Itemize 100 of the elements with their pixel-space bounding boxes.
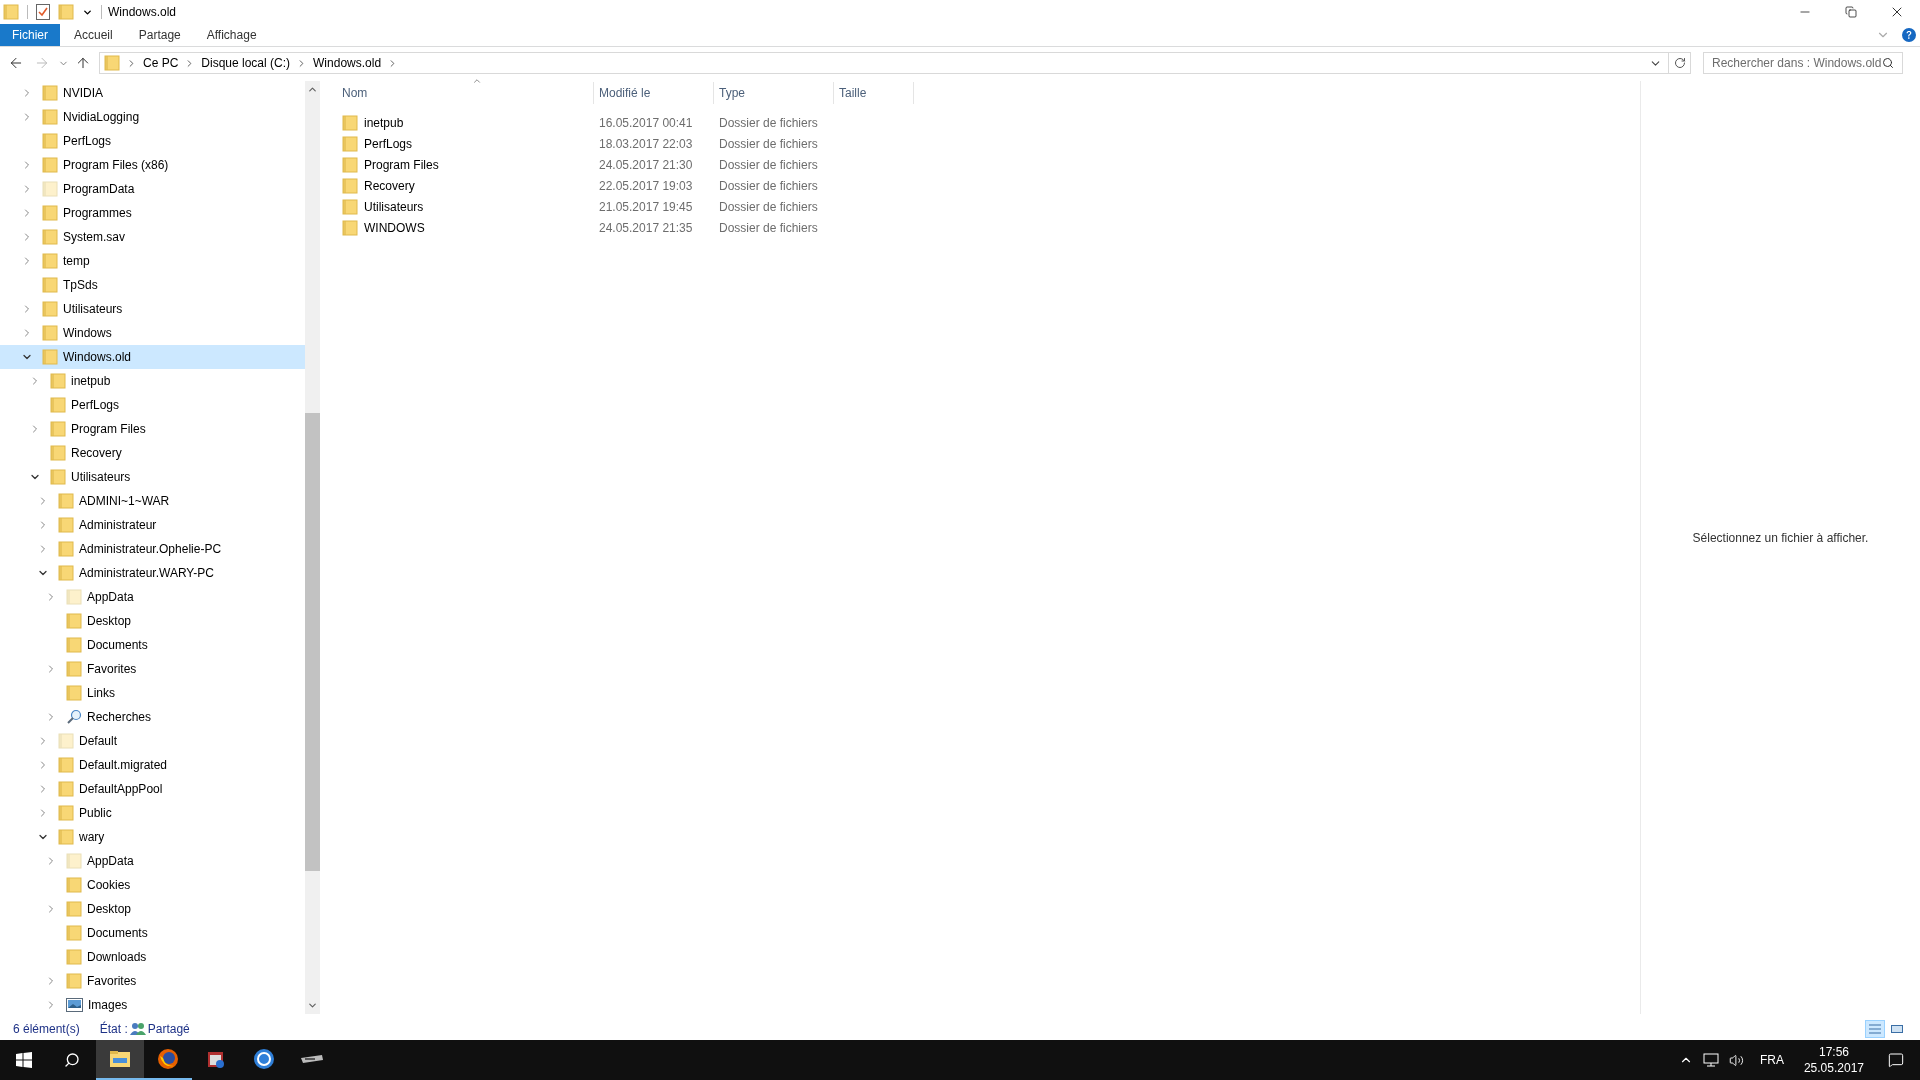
address-bar[interactable]: Ce PC Disque local (C:) Windows.old <box>99 52 1691 74</box>
notifications-icon[interactable] <box>1888 1052 1904 1068</box>
tree-item[interactable]: Images <box>0 993 305 1014</box>
breadcrumb-item[interactable]: Ce PC <box>143 54 179 72</box>
users-icon <box>129 1022 146 1036</box>
folder-icon <box>342 219 358 236</box>
tree-item[interactable]: Desktop <box>0 897 305 921</box>
state-label: État : <box>99 1020 128 1038</box>
state-value: Partagé <box>147 1021 190 1038</box>
folder-icon <box>109 1050 131 1068</box>
tree-item[interactable]: Documents <box>0 633 305 657</box>
forward-arrow-icon[interactable] <box>34 55 50 71</box>
tree-item[interactable]: Utilisateurs <box>0 465 305 489</box>
tree-item[interactable]: Cookies <box>0 873 305 897</box>
folder-icon <box>66 973 82 989</box>
tree-item[interactable]: Administrateur.Ophelie-PC <box>0 537 305 561</box>
tree-item[interactable]: Program Files <box>0 417 305 441</box>
tree-item[interactable]: Programmes <box>0 201 305 225</box>
item-count: 6 élément(s) <box>13 1021 80 1038</box>
folder-icon <box>66 613 82 629</box>
ribbon-tab[interactable]: Affichage <box>194 24 269 46</box>
date-cell-text: 24.05.2017 21:35 <box>598 219 694 237</box>
refresh-icon[interactable] <box>1673 57 1686 69</box>
tree-item[interactable]: AppData <box>0 849 305 873</box>
help-icon[interactable] <box>1902 28 1916 42</box>
window-title: Windows.old <box>108 4 177 21</box>
file-name[interactable]: Utilisateurs <box>364 197 424 216</box>
tree-item[interactable]: Windows.old <box>0 345 305 369</box>
scroll-thumb[interactable] <box>305 413 320 871</box>
file-name[interactable]: inetpub <box>364 113 404 132</box>
tree-item[interactable]: temp <box>0 249 305 273</box>
tree-item[interactable]: Program Files (x86) <box>0 153 305 177</box>
tree-item[interactable]: Downloads <box>0 945 305 969</box>
tree-item[interactable]: DefaultAppPool <box>0 777 305 801</box>
date-cell-text: 24.05.2017 21:30 <box>598 156 694 174</box>
folder-icon <box>42 109 58 125</box>
tree-item[interactable]: System.sav <box>0 225 305 249</box>
tree-item[interactable]: Windows <box>0 321 305 345</box>
date-cell-text: 18.03.2017 22:03 <box>598 135 694 153</box>
type-cell-text: Dossier de fichiers <box>718 198 819 216</box>
file-menu-tab[interactable]: Fichier <box>0 24 60 46</box>
tree-item[interactable]: TpSds <box>0 273 305 297</box>
tree-item[interactable]: Administrateur <box>0 513 305 537</box>
ribbon-tab[interactable]: Accueil <box>62 24 125 46</box>
tree-item[interactable]: Public <box>0 801 305 825</box>
tree-item[interactable]: inetpub <box>0 369 305 393</box>
hidden-folder-icon <box>58 733 74 749</box>
scrollbar[interactable] <box>305 81 320 1014</box>
file-name[interactable]: PerfLogs <box>364 134 413 153</box>
tree-item[interactable]: NvidiaLogging <box>0 105 305 129</box>
tree-item[interactable]: Favorites <box>0 969 305 993</box>
breadcrumb-item[interactable]: Disque local (C:) <box>201 54 291 72</box>
network-icon[interactable] <box>1702 1053 1719 1067</box>
column-header[interactable]: Taille <box>834 82 914 104</box>
tree-item[interactable]: Default <box>0 729 305 753</box>
tree-item[interactable]: Favorites <box>0 657 305 681</box>
file-name[interactable]: WINDOWS <box>364 218 425 237</box>
new-folder-icon <box>58 4 74 20</box>
tree-item[interactable]: wary <box>0 825 305 849</box>
globe-icon <box>253 1048 275 1070</box>
hidden-folder-icon <box>66 589 82 605</box>
breadcrumb-item[interactable]: Windows.old <box>313 54 382 72</box>
search-input[interactable]: Rechercher dans : Windows.old <box>1712 54 1882 72</box>
tree-item[interactable]: PerfLogs <box>0 129 305 153</box>
tree-item[interactable]: Recherches <box>0 705 305 729</box>
date-cell-text: 16.05.2017 00:41 <box>598 114 694 132</box>
sort-ascending-icon <box>472 76 482 86</box>
scroll-down-icon[interactable] <box>307 1000 318 1011</box>
tree-item[interactable]: Recovery <box>0 441 305 465</box>
column-header[interactable]: Modifié le <box>594 82 714 104</box>
volume-icon[interactable] <box>1728 1052 1744 1068</box>
properties-icon[interactable] <box>36 4 50 20</box>
tree-item[interactable]: Links <box>0 681 305 705</box>
language-indicator[interactable]: FRA <box>1759 1051 1784 1069</box>
file-name[interactable]: Recovery <box>364 176 415 195</box>
type-cell-text: Dossier de fichiers <box>718 114 819 132</box>
taskbar-app[interactable] <box>96 1040 144 1080</box>
tree-item[interactable]: AppData <box>0 585 305 609</box>
search-field[interactable]: Rechercher dans : Windows.old <box>1703 52 1903 74</box>
folder-icon <box>66 637 82 653</box>
device-icon <box>300 1053 324 1065</box>
tree-item[interactable]: Desktop <box>0 609 305 633</box>
tree-item[interactable]: PerfLogs <box>0 393 305 417</box>
column-header[interactable]: Type <box>714 82 834 104</box>
folder-icon <box>342 198 358 215</box>
file-name[interactable]: Program Files <box>364 155 439 174</box>
tree-item[interactable]: ProgramData <box>0 177 305 201</box>
tree-item[interactable]: NVIDIA <box>0 81 305 105</box>
folder-icon <box>58 829 74 845</box>
tree-item[interactable]: ADMINI~1~WAR <box>0 489 305 513</box>
tree-item[interactable]: Administrateur.WARY-PC <box>0 561 305 585</box>
tree-item[interactable]: Default.migrated <box>0 753 305 777</box>
tree-item[interactable]: Utilisateurs <box>0 297 305 321</box>
tree-item[interactable]: Documents <box>0 921 305 945</box>
folder-icon <box>58 757 74 773</box>
ribbon-tab[interactable]: Partage <box>126 24 193 46</box>
clock[interactable]: 17:56 25.05.2017 <box>1803 1044 1864 1076</box>
folder-icon <box>66 661 82 677</box>
column-header[interactable]: Nom <box>337 82 594 104</box>
search-icon[interactable] <box>1882 57 1894 69</box>
